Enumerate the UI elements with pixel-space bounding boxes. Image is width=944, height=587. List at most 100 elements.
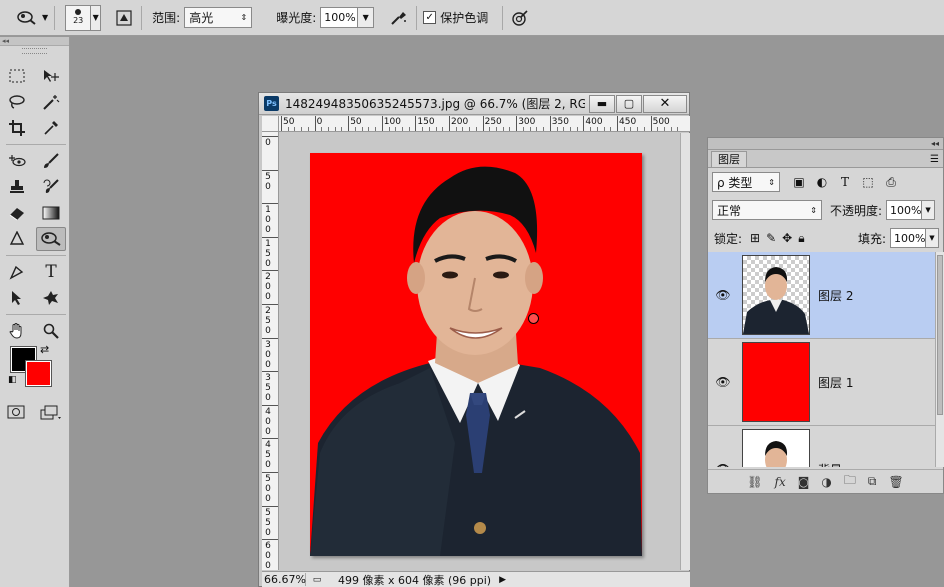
new-layer-icon[interactable]: ⧉: [868, 474, 877, 489]
ruler-minor-tick: [657, 127, 659, 131]
opacity-input[interactable]: 100%: [886, 200, 923, 220]
layer-row[interactable]: 👁︎ 图层 2: [708, 252, 935, 339]
quick-mask-icon[interactable]: [7, 405, 25, 424]
blur-icon[interactable]: [2, 227, 32, 251]
brush-panel-icon[interactable]: [113, 7, 135, 29]
protect-tones-checkbox[interactable]: ✓: [423, 11, 437, 24]
background-color[interactable]: [25, 360, 52, 387]
brush-picker[interactable]: 23 ▼: [61, 4, 102, 31]
panel-menu-icon[interactable]: ☰: [930, 153, 939, 167]
swap-colors-icon[interactable]: ⇄: [40, 343, 49, 356]
layers-scrollbar[interactable]: [935, 252, 944, 467]
layer-row[interactable]: 👁︎ 背景: [708, 426, 935, 467]
exposure-dropdown-arrow[interactable]: ▼: [358, 7, 375, 28]
status-menu-arrow[interactable]: ▶: [499, 575, 506, 585]
trash-icon[interactable]: 🗑︎: [888, 475, 903, 489]
brush-dropdown-arrow[interactable]: ▼: [91, 4, 102, 31]
pixel-filter-icon[interactable]: ▣: [790, 175, 808, 190]
layers-collapse[interactable]: ◂◂: [708, 138, 943, 150]
zoom-icon[interactable]: [36, 319, 66, 343]
horizontal-ruler[interactable]: 50 0 50 100 150 200 250 300 350 400 450 500: [279, 116, 690, 132]
eraser-icon[interactable]: [2, 201, 32, 225]
layer-name[interactable]: 背景: [818, 461, 842, 468]
maximize-button[interactable]: ▢: [616, 94, 642, 113]
exposure-input[interactable]: 100%: [320, 7, 359, 28]
lock-image-icon[interactable]: ✎: [766, 231, 776, 246]
fill-input[interactable]: 100%: [890, 228, 926, 248]
tab-layers[interactable]: 图层: [711, 151, 747, 167]
eyedropper-icon[interactable]: [36, 116, 66, 140]
adjustment-icon[interactable]: ◑: [821, 475, 831, 489]
pressure-icon[interactable]: [509, 7, 531, 29]
dodge-icon[interactable]: [36, 227, 66, 251]
eye-icon[interactable]: 👁︎: [708, 288, 738, 302]
filter-type-select[interactable]: ρ 类型 ⇕: [712, 172, 780, 192]
blend-mode-select[interactable]: 正常 ⇕: [712, 200, 822, 220]
fx-icon[interactable]: fx: [775, 475, 786, 489]
layers-footer: ⛓︎ fx ◙ ◑ 🗀︎ ⧉ 🗑︎: [708, 469, 943, 493]
filter-row: ρ 类型 ⇕ ▣ ◐ T ⬚ ⎙: [708, 168, 943, 196]
spot-heal-icon[interactable]: [2, 149, 32, 173]
lock-position-icon[interactable]: ✥: [782, 231, 792, 246]
close-button[interactable]: ✕: [643, 94, 687, 113]
minimize-button[interactable]: ▬: [589, 94, 615, 113]
fill-dropdown[interactable]: ▼: [926, 228, 939, 248]
text-icon[interactable]: T: [36, 260, 66, 284]
group-folder-icon[interactable]: 🗀︎: [844, 471, 856, 492]
vertical-ruler[interactable]: 0 50 100 150 200 250 300 350 400 450 500 550 600: [262, 132, 279, 570]
protect-tones-toggle[interactable]: ✓ 保护色调: [423, 9, 488, 26]
lock-all-icon[interactable]: 🔒︎: [798, 231, 804, 246]
clone-stamp-icon[interactable]: [2, 175, 32, 199]
layer-row[interactable]: 👁︎ 图层 1: [708, 339, 935, 426]
photo-canvas[interactable]: [310, 153, 642, 556]
ruler-minor-tick: [287, 127, 289, 131]
adjustment-filter-icon[interactable]: ◐: [813, 175, 831, 190]
vertical-scrollbar[interactable]: [680, 133, 690, 570]
layer-name[interactable]: 图层 1: [818, 374, 853, 391]
ruler-tick: [650, 116, 652, 131]
shape-icon[interactable]: [36, 286, 66, 310]
history-brush-icon[interactable]: [36, 175, 66, 199]
proof-icon[interactable]: ▭: [306, 575, 328, 585]
tool-divider: [6, 144, 66, 145]
ruler-tick: [348, 116, 350, 131]
ruler-label: 250: [265, 306, 271, 336]
gradient-icon[interactable]: [36, 201, 66, 225]
rect-marquee-icon[interactable]: [2, 64, 32, 88]
crop-icon[interactable]: [2, 116, 32, 140]
eye-icon[interactable]: 👁︎: [708, 462, 738, 467]
layer-name[interactable]: 图层 2: [818, 287, 853, 304]
opacity-dropdown[interactable]: ▼: [922, 200, 936, 220]
tools-collapse[interactable]: ◂◂: [0, 37, 69, 46]
move-icon[interactable]: [36, 64, 66, 88]
ruler-origin[interactable]: [262, 116, 279, 132]
airbrush-icon[interactable]: [388, 7, 410, 29]
tool-preset-picker[interactable]: ▼: [16, 10, 48, 26]
ruler-label: 100: [383, 117, 401, 127]
brush-icon[interactable]: [36, 149, 66, 173]
mask-icon[interactable]: ◙: [798, 475, 810, 489]
screen-mode-icon[interactable]: [40, 405, 62, 424]
default-colors-icon[interactable]: ◧: [8, 375, 17, 385]
range-select[interactable]: 高光 ⇕: [184, 7, 253, 28]
canvas-area[interactable]: [280, 133, 680, 570]
document-titlebar[interactable]: Ps 14824948350635245573.jpg @ 66.7% (图层 …: [259, 93, 689, 115]
pen-icon[interactable]: [2, 260, 32, 284]
shape-filter-icon[interactable]: ⬚: [859, 175, 877, 190]
ruler-tick: [617, 116, 618, 131]
link-icon[interactable]: ⛓︎: [747, 475, 762, 489]
ruler-minor-tick: [536, 127, 538, 131]
zoom-level[interactable]: 66.67%: [262, 573, 306, 586]
type-filter-icon[interactable]: T: [836, 175, 854, 190]
panel-grip[interactable]: [22, 48, 47, 54]
magic-wand-icon[interactable]: [36, 90, 66, 114]
lasso-icon[interactable]: [2, 90, 32, 114]
scroll-thumb[interactable]: [937, 255, 943, 415]
ruler-minor-tick: [301, 127, 303, 131]
hand-icon[interactable]: [2, 319, 32, 343]
path-select-icon[interactable]: [2, 286, 32, 310]
brush-preview[interactable]: 23: [65, 4, 92, 31]
smart-object-filter-icon[interactable]: ⎙: [882, 175, 900, 190]
eye-icon[interactable]: 👁︎: [708, 375, 738, 389]
lock-transparent-icon[interactable]: ⊞: [750, 231, 760, 246]
